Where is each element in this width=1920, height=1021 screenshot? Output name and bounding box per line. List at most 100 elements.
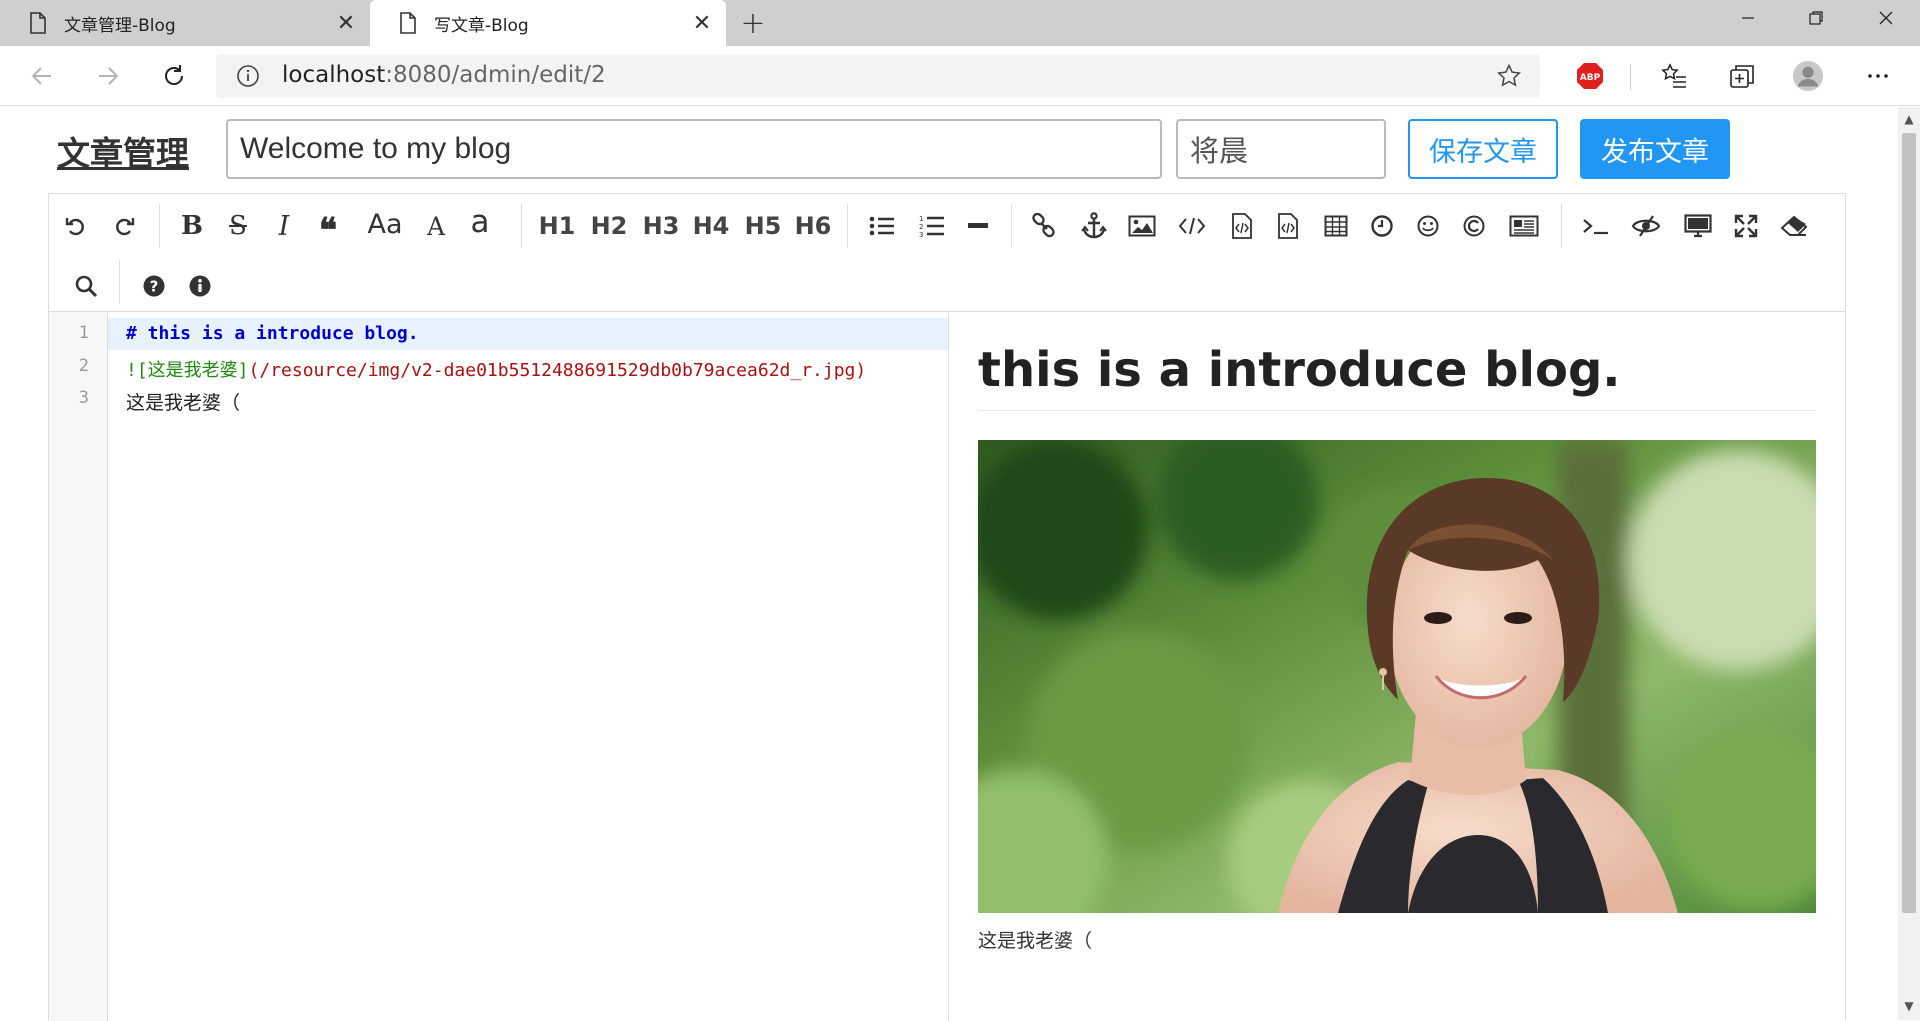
- case-lower-icon[interactable]: a: [465, 202, 495, 242]
- toggle-preview-eye-slash-icon[interactable]: [1629, 206, 1663, 246]
- article-title-input[interactable]: Welcome to my blog: [226, 119, 1162, 179]
- italic-icon[interactable]: I: [269, 206, 299, 246]
- inline-code-icon[interactable]: [1177, 206, 1207, 246]
- preformatted-text-icon[interactable]: [1273, 206, 1303, 246]
- editor-toolbar: B S I ❝ Aa A a H1 H2 H3 H4 H5 H6 1 2 3 ?: [49, 194, 1845, 312]
- case-upper-label: Aa: [367, 208, 403, 240]
- svg-text:2: 2: [919, 223, 923, 231]
- scroll-down-arrow-icon[interactable]: ▼: [1903, 1000, 1915, 1012]
- expand-arrows-icon[interactable]: [1729, 206, 1763, 246]
- collections-icon[interactable]: [1726, 60, 1758, 92]
- page-content: 文章管理 Welcome to my blog 将晨 保存文章 发布文章 B S…: [0, 107, 1898, 1021]
- scroll-up-arrow-icon[interactable]: ▲: [1903, 113, 1915, 125]
- code-line-image[interactable]: ![这是我老婆](/resource/img/v2-dae01b55124886…: [126, 356, 866, 382]
- code-line-heading[interactable]: # this is a introduce blog.: [126, 323, 419, 344]
- tab-write-article[interactable]: 写文章-Blog ✕: [370, 0, 726, 46]
- line-number: 2: [78, 356, 89, 376]
- table-icon[interactable]: [1321, 206, 1351, 246]
- toolbar-divider: [1630, 64, 1631, 90]
- anchor-icon[interactable]: [1079, 206, 1109, 246]
- url-path: :8080/admin/edit/2: [385, 62, 606, 88]
- url-text[interactable]: localhost:8080/admin/edit/2: [282, 62, 606, 88]
- link-icon[interactable]: [1029, 206, 1059, 246]
- restore-window-button[interactable]: [1788, 0, 1844, 36]
- case-big-label: A: [426, 211, 446, 241]
- close-tab-icon[interactable]: ✕: [334, 11, 358, 36]
- toolbar-divider: [1561, 204, 1562, 248]
- info-circle-icon[interactable]: [185, 266, 215, 306]
- line-number-gutter: 1 2 3: [49, 312, 108, 1021]
- author-input[interactable]: 将晨: [1176, 119, 1386, 179]
- ordered-list-icon[interactable]: 123: [917, 206, 947, 246]
- toolbar-divider: [1011, 204, 1012, 248]
- goto-line-terminal-icon[interactable]: [1579, 206, 1613, 246]
- refresh-icon[interactable]: [156, 58, 192, 94]
- case-upper-icon[interactable]: A: [421, 206, 451, 246]
- preview-caption: 这是我老婆（: [978, 930, 1093, 952]
- tab-label: 文章管理-Blog: [64, 15, 176, 36]
- code-block-icon[interactable]: [1227, 206, 1257, 246]
- datetime-clock-icon[interactable]: [1367, 206, 1397, 246]
- help-question-icon[interactable]: ?: [139, 266, 169, 306]
- unordered-list-icon[interactable]: [867, 206, 897, 246]
- scrollbar-thumb[interactable]: [1902, 133, 1916, 913]
- markdown-source-pane[interactable]: 1 2 3 # this is a introduce blog. ![这是我老…: [49, 312, 949, 1021]
- info-icon[interactable]: [236, 64, 260, 88]
- tab-article-management[interactable]: 文章管理-Blog ✕: [0, 0, 370, 46]
- emoji-smile-icon[interactable]: [1413, 206, 1443, 246]
- fullscreen-desktop-icon[interactable]: [1681, 206, 1715, 246]
- adblock-icon[interactable]: ABP: [1574, 60, 1606, 92]
- clear-eraser-icon[interactable]: [1777, 206, 1811, 246]
- more-menu-icon[interactable]: [1862, 60, 1894, 92]
- page-scrollbar[interactable]: ▲ ▼: [1898, 107, 1920, 1020]
- favorites-list-icon[interactable]: [1658, 60, 1690, 92]
- image-alt-text: ![这是我老婆]: [126, 360, 249, 381]
- blockquote-icon[interactable]: ❝: [313, 206, 343, 248]
- svg-text:1: 1: [919, 215, 923, 223]
- close-window-button[interactable]: [1858, 0, 1914, 36]
- favorite-star-icon[interactable]: [1496, 63, 1522, 89]
- toolbar-divider: [159, 204, 160, 248]
- back-arrow-icon[interactable]: [24, 58, 60, 94]
- h6-button[interactable]: H6: [793, 206, 833, 246]
- svg-text:3: 3: [919, 231, 923, 238]
- tab-label: 写文章-Blog: [434, 15, 529, 36]
- strikethrough-icon[interactable]: S: [223, 206, 253, 246]
- line-number: 3: [78, 388, 89, 408]
- svg-text:ABP: ABP: [1580, 73, 1601, 83]
- toolbar-divider: [119, 260, 120, 304]
- page-icon: [28, 11, 48, 35]
- h4-button[interactable]: H4: [691, 206, 731, 246]
- h1-button[interactable]: H1: [537, 206, 577, 246]
- close-tab-icon[interactable]: ✕: [690, 11, 714, 36]
- forward-arrow-icon[interactable]: [90, 58, 126, 94]
- markdown-editor: B S I ❝ Aa A a H1 H2 H3 H4 H5 H6 1 2 3 ?…: [48, 193, 1846, 1021]
- page-title[interactable]: 文章管理: [57, 127, 189, 175]
- redo-icon[interactable]: [109, 206, 139, 246]
- undo-icon[interactable]: [61, 206, 91, 246]
- save-article-button[interactable]: 保存文章: [1408, 119, 1558, 179]
- minimize-window-button[interactable]: [1720, 0, 1776, 36]
- h2-button[interactable]: H2: [589, 206, 629, 246]
- preview-photo: [978, 440, 1816, 913]
- page-break-newspaper-icon[interactable]: [1507, 206, 1541, 246]
- search-icon[interactable]: [71, 266, 101, 306]
- line-number: 1: [78, 323, 89, 343]
- profile-avatar-icon[interactable]: [1792, 60, 1824, 92]
- bold-icon[interactable]: B: [177, 206, 207, 246]
- image-icon[interactable]: [1127, 206, 1157, 246]
- publish-article-button[interactable]: 发布文章: [1580, 119, 1730, 179]
- page-icon: [398, 11, 418, 35]
- h3-button[interactable]: H3: [641, 206, 681, 246]
- svg-text:?: ?: [150, 278, 159, 296]
- horizontal-rule-icon[interactable]: [963, 206, 993, 246]
- case-upper-first-icon[interactable]: Aa: [363, 204, 407, 244]
- html-entities-copyright-icon[interactable]: [1459, 206, 1489, 246]
- image-url-text: (/resource/img/v2-dae01b5512488691529db0…: [248, 360, 867, 381]
- code-line-text[interactable]: 这是我老婆（: [126, 388, 240, 415]
- author-value: 将晨: [1190, 134, 1249, 168]
- h5-button[interactable]: H5: [743, 206, 783, 246]
- address-bar[interactable]: localhost:8080/admin/edit/2: [216, 54, 1540, 98]
- browser-toolbar: localhost:8080/admin/edit/2 ABP: [0, 46, 1920, 106]
- new-tab-button[interactable]: +: [738, 6, 768, 41]
